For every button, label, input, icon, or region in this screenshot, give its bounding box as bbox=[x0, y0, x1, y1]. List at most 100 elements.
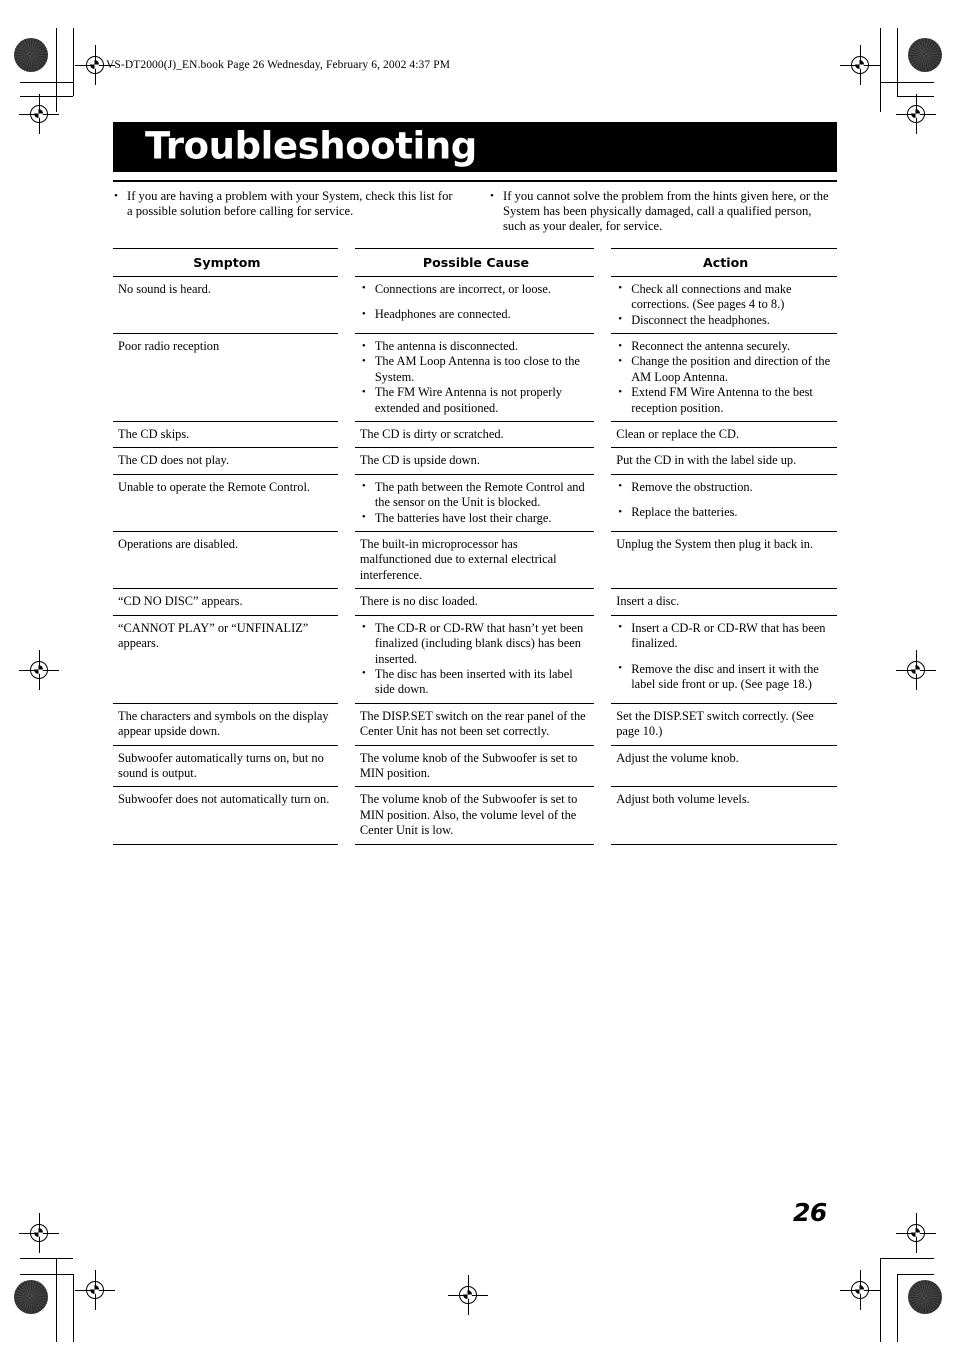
registration-mark bbox=[840, 45, 880, 85]
cause-item: The antenna is disconnected. bbox=[360, 339, 592, 355]
action-item: Disconnect the headphones. bbox=[616, 312, 835, 328]
file-stamp: VS-DT2000(J)_EN.book Page 26 Wednesday, … bbox=[106, 59, 451, 71]
symptom-text: Subwoofer automatically turns on, but no… bbox=[118, 750, 324, 780]
action-text: Put the CD in with the label side up. bbox=[616, 453, 797, 468]
intro-bullet-right: If you cannot solve the problem from the… bbox=[489, 189, 837, 235]
color-patch bbox=[14, 38, 48, 72]
symptom-cell: Subwoofer does not automatically turn on… bbox=[113, 787, 338, 843]
table-row: “CD NO DISC” appears. There is no disc l… bbox=[113, 589, 837, 614]
action-text: Insert a disc. bbox=[616, 594, 680, 609]
action-cell: Reconnect the antenna securely. Change t… bbox=[611, 334, 837, 421]
table-row: “CANNOT PLAY” or “UNFINALIZ” appears. Th… bbox=[113, 616, 837, 703]
action-item: Extend FM Wire Antenna to the best recep… bbox=[616, 385, 835, 416]
table-row: Operations are disabled. The built-in mi… bbox=[113, 532, 837, 588]
action-cell: Insert a disc. bbox=[611, 589, 837, 614]
cause-cell: The path between the Remote Control and … bbox=[355, 475, 594, 531]
page-title-banner: Troubleshooting bbox=[113, 122, 837, 172]
color-patch bbox=[908, 38, 942, 72]
symptom-cell: Unable to operate the Remote Control. bbox=[113, 475, 338, 531]
symptom-text: No sound is heard. bbox=[118, 281, 211, 296]
action-item: Replace the batteries. bbox=[616, 505, 835, 521]
page-title: Troubleshooting bbox=[145, 124, 477, 168]
table-row: Subwoofer does not automatically turn on… bbox=[113, 787, 837, 843]
symptom-text: Unable to operate the Remote Control. bbox=[118, 479, 311, 494]
table-row: Subwoofer automatically turns on, but no… bbox=[113, 746, 837, 787]
cause-item: The disc has been inserted with its labe… bbox=[360, 666, 592, 698]
cause-cell: The CD is dirty or scratched. bbox=[355, 422, 594, 447]
symptom-cell: The CD skips. bbox=[113, 422, 338, 447]
action-cell: Unplug the System then plug it back in. bbox=[611, 532, 837, 588]
symptom-text: Poor radio reception bbox=[118, 339, 220, 354]
symptom-cell: “CANNOT PLAY” or “UNFINALIZ” appears. bbox=[113, 616, 338, 703]
action-text: Set the DISP.SET switch correctly. (See … bbox=[616, 708, 814, 739]
registration-mark bbox=[840, 1270, 880, 1310]
registration-mark bbox=[896, 94, 936, 134]
crop-line bbox=[20, 1258, 73, 1259]
crop-line bbox=[56, 28, 57, 112]
column-header-action: Action bbox=[703, 255, 749, 271]
action-item: Change the position and direction of the… bbox=[616, 354, 835, 385]
cause-cell: Connections are incorrect, or loose. Hea… bbox=[355, 277, 594, 333]
column-header-symptom: Symptom bbox=[193, 255, 261, 271]
action-text: Adjust both volume levels. bbox=[616, 792, 750, 807]
symptom-text: Subwoofer does not automatically turn on… bbox=[118, 792, 330, 807]
action-item: Remove the disc and insert it with the l… bbox=[616, 661, 835, 693]
cause-text: The volume knob of the Subwoofer is set … bbox=[359, 750, 578, 780]
symptom-text: The CD skips. bbox=[118, 427, 190, 442]
cause-cell: The built-in microprocessor has malfunct… bbox=[355, 532, 594, 588]
cause-cell: The CD is upside down. bbox=[355, 448, 594, 473]
cause-item: The path between the Remote Control and … bbox=[360, 479, 592, 511]
intro-bullet-left: If you are having a problem with your Sy… bbox=[113, 189, 461, 219]
registration-mark bbox=[896, 1213, 936, 1253]
color-patch bbox=[14, 1280, 48, 1314]
action-item: Insert a CD-R or CD-RW that has been fin… bbox=[616, 620, 835, 652]
crop-line bbox=[20, 96, 73, 97]
registration-mark bbox=[19, 94, 59, 134]
action-cell: Set the DISP.SET switch correctly. (See … bbox=[611, 704, 837, 745]
crop-line bbox=[880, 1258, 934, 1259]
cause-cell: The CD-R or CD-RW that hasn’t yet been f… bbox=[355, 616, 594, 703]
registration-mark bbox=[448, 1275, 488, 1315]
symptom-cell: The characters and symbols on the displa… bbox=[113, 704, 338, 745]
registration-mark bbox=[19, 1213, 59, 1253]
action-item: Remove the obstruction. bbox=[616, 479, 835, 495]
page-number: 26 bbox=[793, 1198, 827, 1227]
cause-text: The built-in microprocessor has malfunct… bbox=[359, 537, 557, 582]
table-header-row: Symptom Possible Cause Action bbox=[113, 249, 837, 275]
cause-cell: The volume knob of the Subwoofer is set … bbox=[355, 746, 594, 787]
cause-item: The FM Wire Antenna is not properly exte… bbox=[360, 385, 592, 416]
color-patch bbox=[908, 1280, 942, 1314]
intro-column-left: If you are having a problem with your Sy… bbox=[113, 189, 461, 235]
action-text: Unplug the System then plug it back in. bbox=[616, 537, 814, 552]
symptom-cell: Subwoofer automatically turns on, but no… bbox=[113, 746, 338, 787]
symptom-cell: “CD NO DISC” appears. bbox=[113, 589, 338, 614]
table-row: The characters and symbols on the displa… bbox=[113, 704, 837, 745]
crop-line bbox=[73, 1274, 74, 1342]
cause-cell: The volume knob of the Subwoofer is set … bbox=[355, 787, 594, 843]
symptom-text: The CD does not play. bbox=[118, 453, 230, 468]
action-item: Reconnect the antenna securely. bbox=[616, 339, 835, 355]
cause-cell: The antenna is disconnected. The AM Loop… bbox=[355, 334, 594, 421]
symptom-cell: No sound is heard. bbox=[113, 277, 338, 333]
action-cell: Clean or replace the CD. bbox=[611, 422, 837, 447]
table-row: The CD skips. The CD is dirty or scratch… bbox=[113, 422, 837, 447]
action-cell: Insert a CD-R or CD-RW that has been fin… bbox=[611, 616, 837, 703]
cause-text: There is no disc loaded. bbox=[359, 594, 478, 609]
table-row: Poor radio reception The antenna is disc… bbox=[113, 334, 837, 421]
cause-item: Connections are incorrect, or loose. bbox=[360, 281, 592, 297]
crop-line bbox=[897, 1274, 898, 1342]
cause-text: The CD is upside down. bbox=[359, 453, 480, 468]
cause-item: Headphones are connected. bbox=[360, 307, 592, 323]
action-text: Adjust the volume knob. bbox=[616, 750, 739, 765]
intro-column-right: If you cannot solve the problem from the… bbox=[489, 189, 837, 235]
symptom-text: “CANNOT PLAY” or “UNFINALIZ” appears. bbox=[118, 620, 309, 651]
column-header-cause: Possible Cause bbox=[422, 255, 530, 271]
registration-mark bbox=[896, 650, 936, 690]
cause-cell: The DISP.SET switch on the rear panel of… bbox=[355, 704, 594, 745]
registration-mark bbox=[75, 1270, 115, 1310]
crop-line bbox=[20, 82, 73, 83]
cause-text: The volume knob of the Subwoofer is set … bbox=[359, 792, 578, 838]
cause-item: The batteries have lost their charge. bbox=[360, 510, 592, 526]
cause-cell: There is no disc loaded. bbox=[355, 589, 594, 614]
table-rule bbox=[113, 843, 837, 845]
